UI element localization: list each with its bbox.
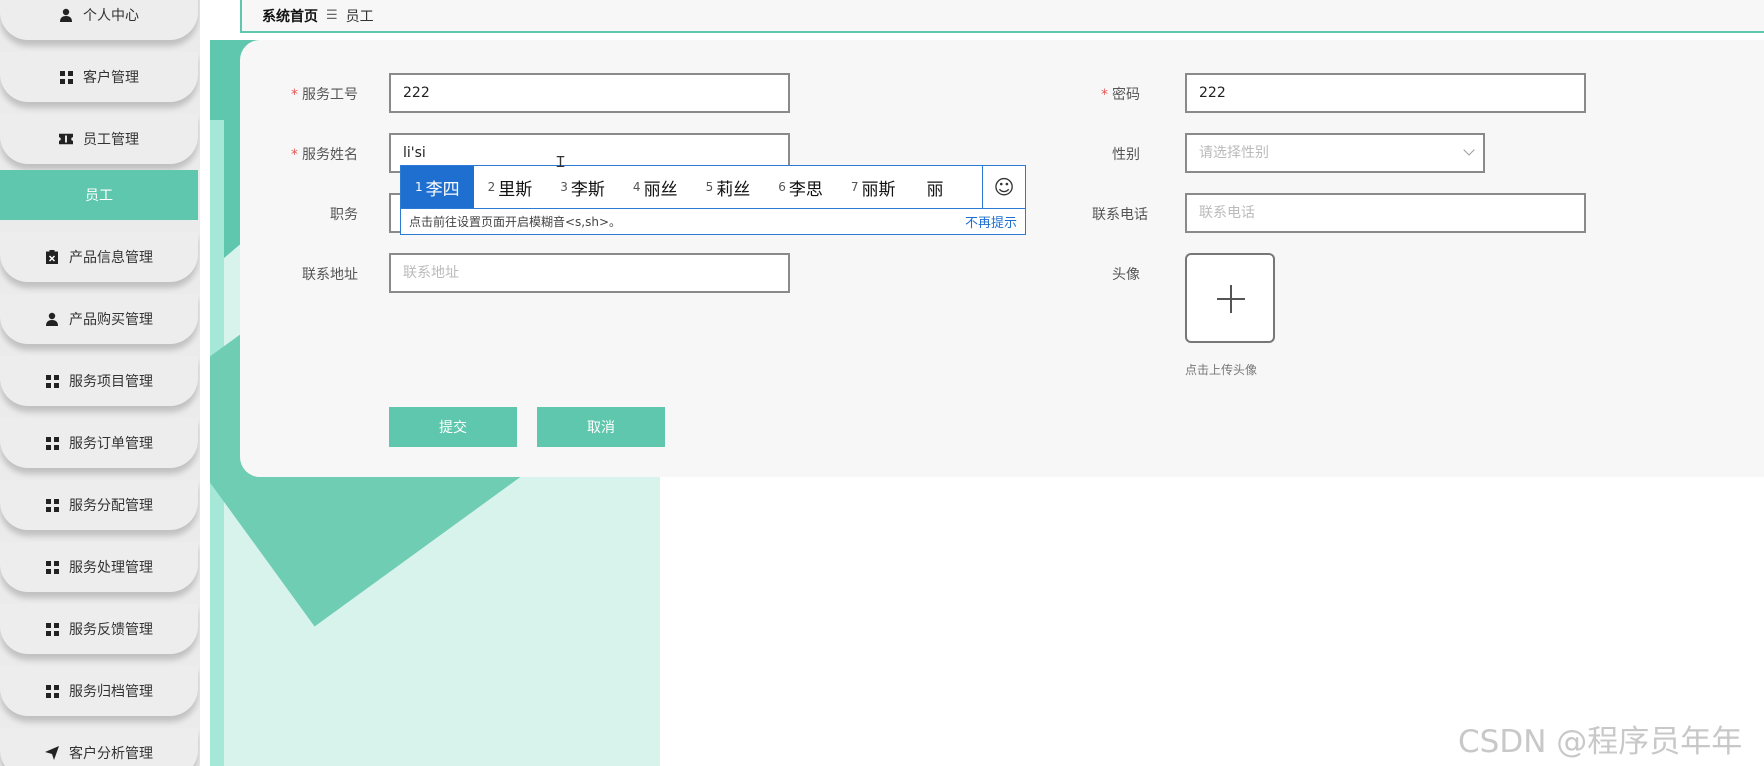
- sidebar-item-service-assign[interactable]: 服务分配管理: [0, 480, 198, 530]
- ime-candidate[interactable]: 3 李斯: [546, 166, 619, 208]
- sidebar-item-label: 服务订单管理: [69, 436, 153, 452]
- ime-candidate-list: 1 李四 2 里斯 3 李斯 4 丽丝 5 莉丝 6 李思 7 丽斯 丽: [401, 166, 983, 208]
- position-label: 职务: [330, 207, 358, 223]
- employee-no-field[interactable]: [389, 73, 790, 113]
- grid-icon: [45, 560, 59, 574]
- menu-icon: ☰: [326, 8, 338, 23]
- address-label: 联系地址: [302, 267, 358, 283]
- sidebar-item-label: 服务项目管理: [69, 374, 153, 390]
- gender-label: 性别: [1112, 147, 1140, 163]
- plus-icon: [1230, 285, 1232, 313]
- sidebar-item-profile[interactable]: 个人中心: [0, 0, 198, 40]
- ime-candidate[interactable]: 6 李思: [764, 166, 837, 208]
- avatar-label: 头像: [1112, 267, 1140, 283]
- grid-icon: [45, 374, 59, 388]
- grid-icon: [45, 622, 59, 636]
- sidebar-item-label: 服务分配管理: [69, 498, 153, 514]
- sidebar-item-label: 员工: [85, 188, 113, 204]
- sidebar-item-label: 服务反馈管理: [69, 622, 153, 638]
- sidebar-item-customer[interactable]: 客户管理: [0, 52, 198, 102]
- submit-button[interactable]: 提交: [389, 407, 517, 447]
- ime-candidate[interactable]: 5 莉丝: [692, 166, 765, 208]
- phone-input[interactable]: [1199, 205, 1572, 221]
- address-input[interactable]: [403, 265, 776, 281]
- ime-candidate[interactable]: 2 里斯: [474, 166, 547, 208]
- ime-candidate[interactable]: 4 丽丝: [619, 166, 692, 208]
- user-icon: [59, 8, 73, 22]
- grid-icon: [45, 436, 59, 450]
- user-icon: [45, 312, 59, 326]
- avatar-upload[interactable]: [1185, 253, 1275, 343]
- sidebar-item-service-order[interactable]: 服务订单管理: [0, 418, 198, 468]
- avatar-upload-hint: 点击上传头像: [1185, 363, 1258, 377]
- sidebar-item-label: 产品购买管理: [69, 312, 153, 328]
- gender-select[interactable]: [1185, 133, 1485, 173]
- sidebar-item-service-feedback[interactable]: 服务反馈管理: [0, 604, 198, 654]
- breadcrumb-home[interactable]: 系统首页: [262, 6, 318, 26]
- ime-tip: 点击前往设置页面开启模糊音<s,sh>。 不再提示: [401, 208, 1025, 234]
- ime-candidate[interactable]: 7 丽斯: [837, 166, 910, 208]
- sidebar-item-service-archive[interactable]: 服务归档管理: [0, 666, 198, 716]
- clipboard-icon: [45, 250, 59, 264]
- phone-field[interactable]: [1185, 193, 1586, 233]
- password-label: * 密码: [1101, 87, 1140, 103]
- ticket-icon: [59, 132, 73, 146]
- ime-candidate[interactable]: 1 李四: [401, 166, 474, 208]
- sidebar-item-service-project[interactable]: 服务项目管理: [0, 356, 198, 406]
- ime-dismiss-link[interactable]: 不再提示: [965, 212, 1017, 231]
- sidebar-item-label: 客户分析管理: [69, 746, 153, 762]
- sidebar-item-label: 个人中心: [83, 8, 139, 24]
- sidebar-item-label: 服务归档管理: [69, 684, 153, 700]
- watermark: CSDN @程序员年年: [1458, 724, 1743, 760]
- sidebar-item-employee[interactable]: 员工: [0, 170, 198, 220]
- grid-icon: [45, 498, 59, 512]
- sidebar-item-service-process[interactable]: 服务处理管理: [0, 542, 198, 592]
- grid-icon: [59, 70, 73, 84]
- sidebar-item-label: 客户管理: [83, 70, 139, 86]
- smiley-icon[interactable]: ☺: [982, 166, 1025, 208]
- address-field[interactable]: [389, 253, 790, 293]
- gender-select-input[interactable]: [1199, 145, 1471, 161]
- ime-candidate[interactable]: 丽: [909, 166, 957, 208]
- ime-candidate-window: 1 李四 2 里斯 3 李斯 4 丽丝 5 莉丝 6 李思 7 丽斯 丽 ☺ 点击前往设置页面…: [400, 165, 1026, 235]
- password-field[interactable]: [1185, 73, 1586, 113]
- sidebar-item-product-info[interactable]: 产品信息管理: [0, 232, 198, 282]
- sidebar-item-staff[interactable]: 员工管理: [0, 114, 198, 164]
- sidebar-item-customer-analysis[interactable]: 客户分析管理: [0, 728, 198, 766]
- ime-tip-text[interactable]: 点击前往设置页面开启模糊音<s,sh>。: [409, 213, 621, 230]
- cancel-button[interactable]: 取消: [537, 407, 665, 447]
- employee-no-input[interactable]: [403, 85, 776, 101]
- breadcrumb-current: 员工: [345, 8, 374, 25]
- employee-name-label: * 服务姓名: [291, 147, 358, 163]
- grid-icon: [45, 684, 59, 698]
- text-cursor-icon: Ｉ: [553, 153, 569, 171]
- send-icon: [45, 746, 59, 760]
- breadcrumb: 系统首页 ☰ 员工: [240, 0, 1764, 33]
- employee-no-label: * 服务工号: [291, 87, 358, 103]
- sidebar: 个人中心 客户管理 员工管理 员工 产品信息管理 产品购买管理 服务项目管理 服…: [0, 0, 200, 766]
- employee-name-input[interactable]: [403, 145, 776, 161]
- sidebar-item-label: 产品信息管理: [69, 250, 153, 266]
- password-input[interactable]: [1199, 85, 1572, 101]
- sidebar-item-label: 服务处理管理: [69, 560, 153, 576]
- sidebar-item-product-purchase[interactable]: 产品购买管理: [0, 294, 198, 344]
- sidebar-item-label: 员工管理: [83, 132, 139, 148]
- phone-label: 联系电话: [1092, 207, 1148, 223]
